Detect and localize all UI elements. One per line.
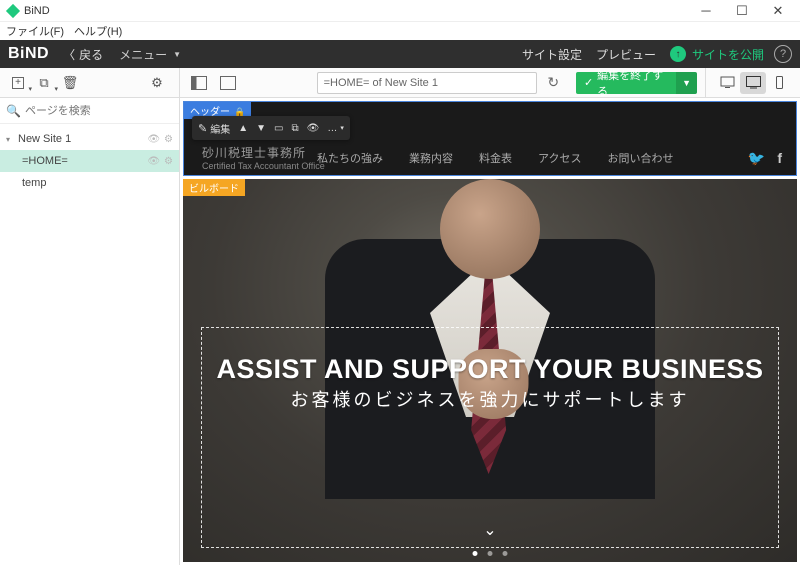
more-button[interactable]: …▾ (327, 123, 344, 134)
visibility-toggle[interactable]: 👁 (307, 123, 320, 134)
slide-dot[interactable] (503, 551, 508, 556)
copy-button[interactable]: ⧉ (291, 123, 298, 134)
tree-row-site[interactable]: ▾ New Site 1 👁 ⚙ (0, 128, 179, 150)
scroll-down-icon[interactable]: ⌄ (483, 520, 496, 540)
triangle-up-icon: ▲ (238, 123, 248, 134)
tree-row-temp[interactable]: temp (0, 172, 179, 194)
panel-right-toggle[interactable] (217, 72, 238, 94)
frame-button[interactable]: ▭ (274, 123, 283, 134)
more-icon: … (327, 123, 337, 134)
edit-label: 編集 (210, 121, 230, 136)
nav-item[interactable]: お問い合わせ (607, 150, 673, 166)
minimize-button[interactable]: ─ (688, 0, 724, 22)
window-titlebar: BiND ─ ☐ ✕ (0, 0, 800, 22)
menu-file[interactable]: ファイル(F) (6, 23, 64, 39)
help-icon[interactable]: ? (774, 45, 792, 63)
tree-row-home[interactable]: =HOME= 👁 ⚙ (0, 150, 179, 172)
copy-icon: ⧉ (291, 123, 298, 134)
duplicate-button[interactable]: ⧉▾ (34, 73, 54, 93)
add-page-button[interactable]: +▾ (8, 73, 28, 93)
move-top-button[interactable]: ▲ (238, 123, 248, 134)
triangle-down-icon: ▼ (256, 123, 266, 134)
eye-off-icon: 👁 (307, 123, 320, 134)
reload-button[interactable]: ↻ (543, 72, 564, 94)
back-arrow-icon: 〈 (63, 46, 75, 63)
search-input[interactable] (25, 105, 173, 117)
billboard-block[interactable]: ビルボード ASSIST AND SUPPORT YOUR BUSINESS お… (183, 179, 797, 562)
back-button[interactable]: 〈 戻る (63, 46, 103, 63)
site-logo-sub: Certified Tax Accountant Office (202, 161, 325, 171)
logo: BiND (8, 45, 49, 63)
main-area: 🔍 ▾ New Site 1 👁⚙ =HOME= 👁⚙ temp ヘッダー🔒 (0, 98, 800, 565)
end-edit-button[interactable]: ✓ 編集を終了する (576, 72, 678, 94)
panel-left-toggle[interactable] (188, 72, 209, 94)
chevron-down-icon: ▾ (340, 124, 344, 132)
page-tree: ▾ New Site 1 👁 ⚙ =HOME= 👁 ⚙ temp (0, 124, 179, 198)
secondary-toolbar: +▾ ⧉▾ 🗑 ⚙ ↻ ✓ 編集を終了する ▼ (0, 68, 800, 98)
tree-label: temp (22, 177, 173, 189)
preview-link[interactable]: プレビュー (596, 46, 656, 63)
sidebar: 🔍 ▾ New Site 1 👁 ⚙ =HOME= 👁 ⚙ temp (0, 98, 180, 565)
header-block[interactable]: ヘッダー🔒 ✎編集 ▲ ▼ ▭ ⧉ 👁 …▾ 砂川税理士事務所 Certifie… (183, 101, 797, 176)
sidebar-settings-button[interactable]: ⚙ (147, 73, 167, 93)
menu-dropdown[interactable]: メニュー ▼ (119, 46, 181, 63)
move-bottom-button[interactable]: ▼ (256, 123, 266, 134)
check-icon: ✓ (584, 76, 593, 89)
delete-button[interactable]: 🗑 (60, 73, 80, 93)
menu-help[interactable]: ヘルプ(H) (74, 23, 122, 39)
header-nav: 私たちの強み 業務内容 料金表 アクセス お問い合わせ (317, 150, 673, 166)
billboard-block-label: ビルボード (183, 179, 245, 196)
app-icon (6, 3, 20, 17)
nav-item[interactable]: 業務内容 (409, 150, 453, 166)
visibility-icon[interactable]: 👁 (147, 156, 160, 167)
hero-heading: ASSIST AND SUPPORT YOUR BUSINESS (183, 354, 797, 385)
caret-down-icon: ▾ (6, 135, 14, 144)
search-icon: 🔍 (6, 104, 21, 118)
maximize-button[interactable]: ☐ (724, 0, 760, 22)
close-button[interactable]: ✕ (760, 0, 796, 22)
publish-label: サイトを公開 (692, 46, 764, 63)
settings-icon[interactable]: ⚙ (164, 156, 173, 167)
back-label: 戻る (79, 46, 103, 63)
settings-icon[interactable]: ⚙ (164, 134, 173, 145)
slide-dot[interactable] (473, 551, 478, 556)
end-edit-dropdown[interactable]: ▼ (676, 72, 697, 94)
publish-button[interactable]: ↑ サイトを公開 (670, 46, 764, 63)
hero-subheading: お客様のビジネスを強力にサポートします (183, 386, 797, 412)
frame-icon: ▭ (274, 123, 283, 134)
canvas: ヘッダー🔒 ✎編集 ▲ ▼ ▭ ⧉ 👁 …▾ 砂川税理士事務所 Certifie… (180, 98, 800, 565)
tree-label: =HOME= (22, 155, 143, 167)
window-title: BiND (24, 5, 688, 17)
nav-item[interactable]: 私たちの強み (317, 150, 383, 166)
view-tablet-button[interactable] (714, 72, 740, 94)
slide-dot[interactable] (488, 551, 493, 556)
nav-item[interactable]: 料金表 (479, 150, 512, 166)
nav-item[interactable]: アクセス (538, 150, 581, 166)
slide-dots (473, 551, 508, 556)
site-logo: 砂川税理士事務所 Certified Tax Accountant Office (202, 144, 325, 171)
view-mobile-button[interactable] (766, 72, 792, 94)
menu-label: メニュー (119, 46, 167, 63)
search-row: 🔍 (0, 98, 179, 124)
site-logo-main: 砂川税理士事務所 (202, 144, 325, 161)
chevron-down-icon: ▼ (173, 50, 181, 59)
edit-button[interactable]: ✎編集 (198, 121, 230, 136)
end-edit-label: 編集を終了する (597, 67, 670, 99)
app-menubar: ファイル(F) ヘルプ(H) (0, 22, 800, 40)
topbar: BiND 〈 戻る メニュー ▼ サイト設定 プレビュー ↑ サイトを公開 ? (0, 40, 800, 68)
visibility-icon[interactable]: 👁 (147, 134, 160, 145)
facebook-icon[interactable]: f (777, 150, 782, 167)
social-icons: 🐦 f (748, 150, 782, 167)
page-url-input[interactable] (317, 72, 537, 94)
pencil-icon: ✎ (198, 122, 207, 135)
view-desktop-button[interactable] (740, 72, 766, 94)
block-edit-toolbar: ✎編集 ▲ ▼ ▭ ⧉ 👁 …▾ (192, 116, 350, 140)
upload-icon: ↑ (670, 46, 686, 62)
tree-label: New Site 1 (18, 133, 143, 145)
site-settings-link[interactable]: サイト設定 (522, 46, 582, 63)
twitter-icon[interactable]: 🐦 (748, 150, 765, 167)
